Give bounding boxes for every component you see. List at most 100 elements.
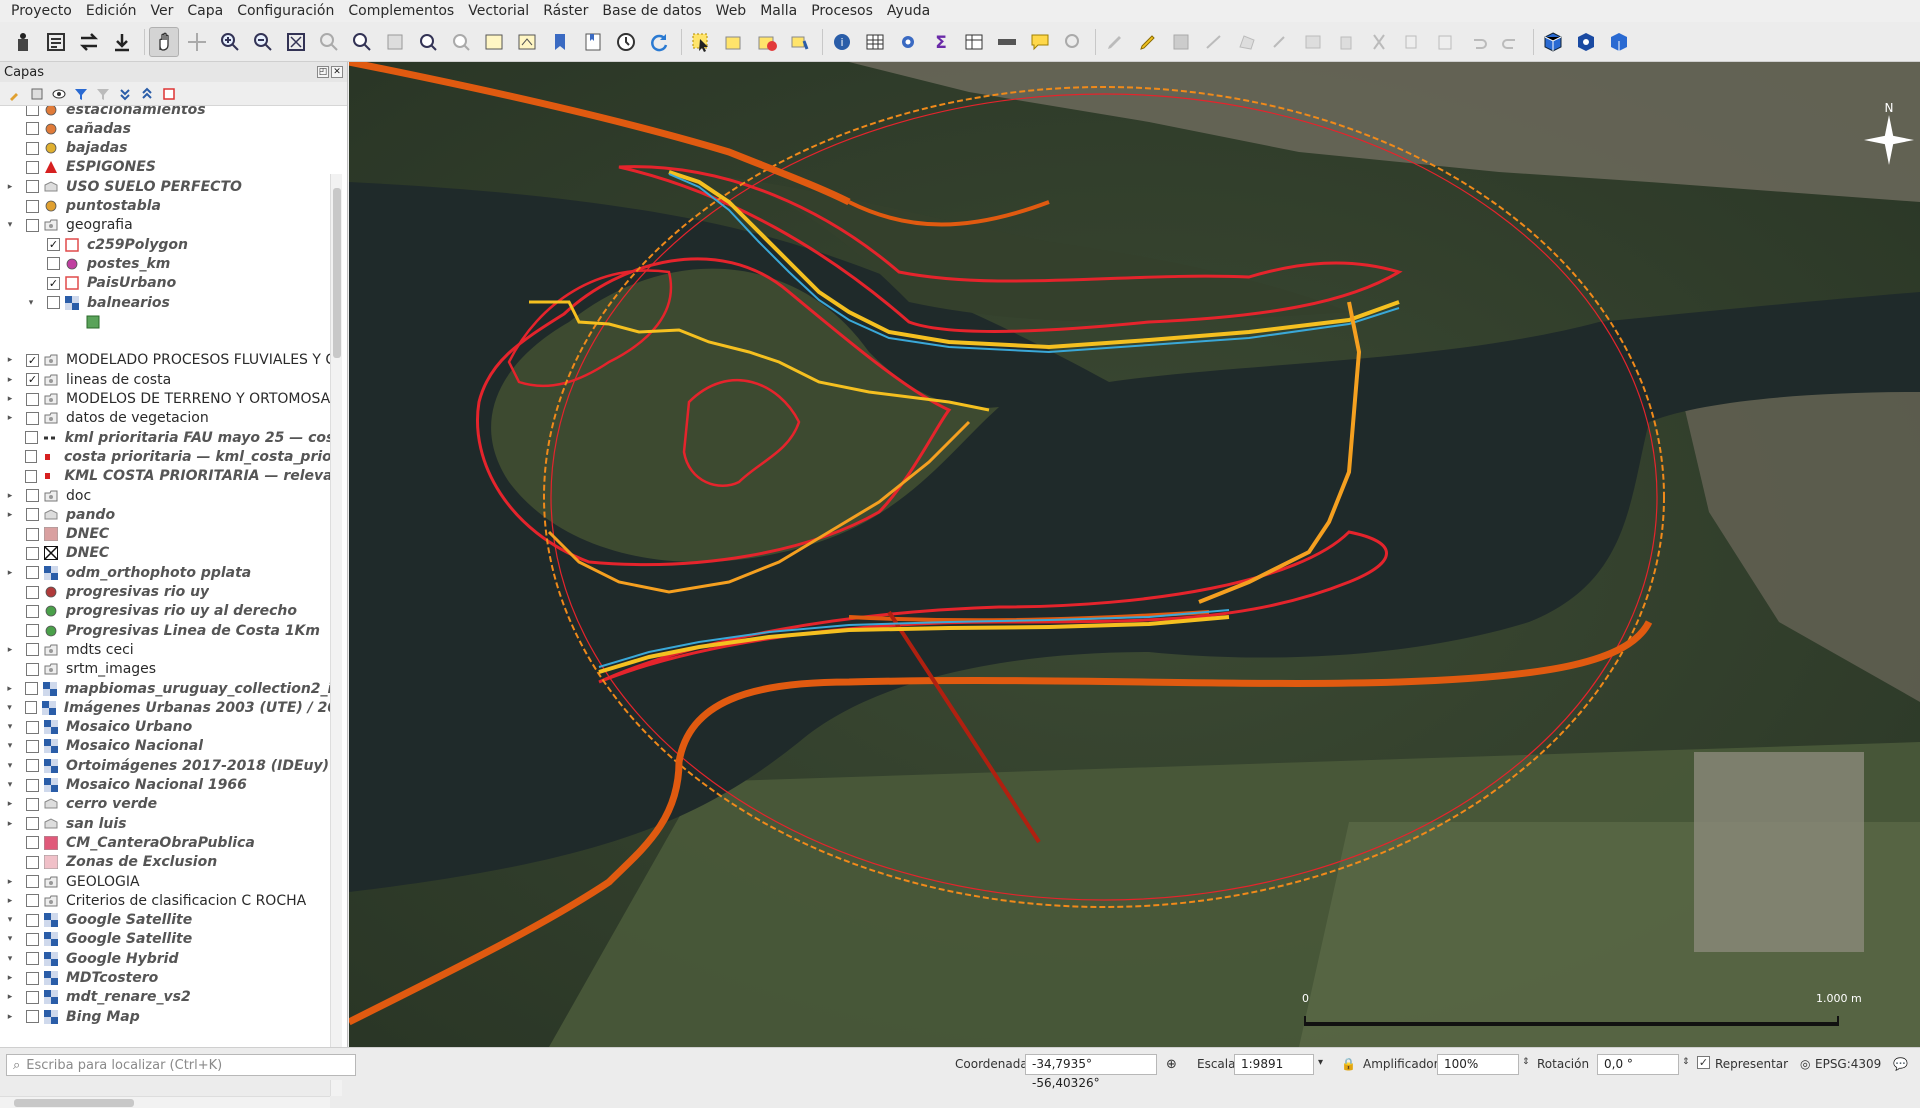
layer-visibility-checkbox[interactable]: ✓	[26, 354, 39, 367]
magnifier-spin-icon[interactable]: ⇕	[1522, 1057, 1530, 1067]
annotation-icon[interactable]	[1058, 27, 1088, 57]
deselect-icon[interactable]	[752, 27, 782, 57]
pan-to-selection-icon[interactable]	[182, 27, 212, 57]
expand-toggle-icon[interactable]: ▸	[4, 1012, 16, 1022]
undo-icon[interactable]	[1463, 27, 1493, 57]
layer-visibility-checkbox[interactable]	[26, 508, 39, 521]
zoom-last-icon[interactable]	[413, 27, 443, 57]
layer-row[interactable]: ▸san luis	[0, 814, 330, 833]
locator-search-input[interactable]: ⌕ Escriba para localizar (Ctrl+K)	[6, 1054, 356, 1076]
layer-row[interactable]: ▾Mosaico Nacional 1966	[0, 776, 330, 795]
new-layer-icon[interactable]	[41, 27, 71, 57]
menu-ver[interactable]: Ver	[144, 0, 181, 22]
layer-row[interactable]: ▸✓MODELADO PROCESOS FLUVIALES Y C	[0, 351, 330, 370]
expand-toggle-icon[interactable]: ▾	[4, 780, 16, 790]
measure-ruler-icon[interactable]	[992, 27, 1022, 57]
layer-row[interactable]: ▸mdts ceci	[0, 640, 330, 659]
expand-toggle-icon[interactable]: ▸	[4, 355, 16, 365]
layer-row[interactable]: ▾Google Satellite	[0, 930, 330, 949]
layer-visibility-checkbox[interactable]	[26, 817, 39, 830]
expand-toggle-icon[interactable]: ▸	[4, 510, 16, 520]
download-icon[interactable]	[107, 27, 137, 57]
bookmarks-icon[interactable]	[578, 27, 608, 57]
remove-layer-icon[interactable]	[160, 85, 178, 103]
expand-toggle-icon[interactable]: ▾	[4, 722, 16, 732]
layer-row[interactable]: CM_CanteraObraPublica	[0, 833, 330, 852]
layer-visibility-checkbox[interactable]	[26, 721, 39, 734]
layer-row[interactable]: ▾Mosaico Urbano	[0, 718, 330, 737]
layer-row[interactable]: ▸✓lineas de costa	[0, 370, 330, 389]
layer-row[interactable]: ▸pando	[0, 505, 330, 524]
layer-row[interactable]: postes_km	[0, 254, 330, 273]
layer-row[interactable]: kml prioritaria FAU mayo 25 — costa_	[0, 428, 330, 447]
add-polygon-icon[interactable]	[1232, 27, 1262, 57]
layer-visibility-checkbox[interactable]	[26, 933, 39, 946]
layer-visibility-checkbox[interactable]	[25, 470, 37, 483]
processing-gear-icon[interactable]	[893, 27, 923, 57]
rotation-spinbox[interactable]: 0,0 °	[1597, 1054, 1679, 1075]
layer-visibility-checkbox[interactable]	[26, 142, 39, 155]
layer-row[interactable]: DNEC	[0, 544, 330, 563]
menu-edición[interactable]: Edición	[79, 0, 144, 22]
menu-ayuda[interactable]: Ayuda	[880, 0, 937, 22]
layer-visibility-checkbox[interactable]	[26, 952, 39, 965]
layer-visibility-checkbox[interactable]	[26, 643, 39, 656]
float-panel-icon[interactable]: ◰	[317, 66, 329, 78]
layer-visibility-checkbox[interactable]	[26, 122, 39, 135]
layer-visibility-checkbox[interactable]	[26, 856, 39, 869]
layer-visibility-checkbox[interactable]	[26, 528, 39, 541]
close-panel-icon[interactable]: ✕	[331, 66, 343, 78]
filter-expression-icon[interactable]	[94, 85, 112, 103]
temporal-clock-icon[interactable]	[611, 27, 641, 57]
layer-visibility-checkbox[interactable]	[26, 489, 39, 502]
layer-visibility-checkbox[interactable]	[26, 972, 39, 985]
layer-visibility-checkbox[interactable]	[26, 393, 39, 406]
menu-complementos[interactable]: Complementos	[341, 0, 461, 22]
layer-row[interactable]: ▾Ortoimágenes 2017-2018 (IDEuy)	[0, 756, 330, 775]
layer-row[interactable]: ▾Google Hybrid	[0, 949, 330, 968]
layer-row[interactable]: costa prioritaria — kml_costa_prioritar	[0, 447, 330, 466]
menu-configuración[interactable]: Configuración	[230, 0, 341, 22]
layer-visibility-checkbox[interactable]	[26, 624, 39, 637]
layer-visibility-checkbox[interactable]: ✓	[47, 277, 60, 290]
coordinate-field[interactable]: -34,7935° -56,40326°	[1025, 1054, 1157, 1075]
vertex-tool-icon[interactable]	[1265, 27, 1295, 57]
expand-toggle-icon[interactable]: ▸	[4, 413, 16, 423]
menu-capa[interactable]: Capa	[180, 0, 230, 22]
layer-row[interactable]: ▸Bing Map	[0, 1007, 330, 1026]
layer-visibility-checkbox[interactable]	[26, 412, 39, 425]
layer-visibility-checkbox[interactable]	[26, 180, 39, 193]
collapse-all-icon[interactable]	[138, 85, 156, 103]
modify-attributes-icon[interactable]	[1298, 27, 1328, 57]
expand-toggle-icon[interactable]: ▸	[4, 182, 16, 192]
layer-style-brush-icon[interactable]	[6, 85, 24, 103]
layers-horizontal-scrollbar[interactable]	[0, 1096, 330, 1108]
layer-visibility-checkbox[interactable]	[26, 161, 39, 174]
layer-row[interactable]: KML COSTA PRIORITARIA — relevamie	[0, 467, 330, 486]
zoom-selection-icon[interactable]	[314, 27, 344, 57]
layer-visibility-checkbox[interactable]	[25, 431, 37, 444]
layer-visibility-checkbox[interactable]	[26, 663, 39, 676]
layer-row[interactable]: ▾Imágenes Urbanas 2003 (UTE) / 2007 (	[0, 698, 330, 717]
bookmark-new-icon[interactable]	[545, 27, 575, 57]
pan-hand-icon[interactable]	[149, 27, 179, 57]
layer-visibility-checkbox[interactable]	[26, 779, 39, 792]
cube-3d-alt-icon[interactable]	[1571, 27, 1601, 57]
expand-toggle-icon[interactable]: ▸	[4, 877, 16, 887]
expand-toggle-icon[interactable]: ▾	[4, 954, 16, 964]
scrollbar-thumb[interactable]	[14, 1099, 134, 1107]
layer-row[interactable]: cañadas	[0, 119, 330, 138]
layer-row[interactable]: ▾Mosaico Nacional	[0, 737, 330, 756]
new-3d-view-icon[interactable]	[512, 27, 542, 57]
expand-toggle-icon[interactable]: ▸	[4, 375, 16, 385]
layer-visibility-checkbox[interactable]	[26, 991, 39, 1004]
layer-visibility-checkbox[interactable]	[26, 914, 39, 927]
crs-globe-icon[interactable]: ◎	[1800, 1057, 1810, 1071]
layers-vertical-scrollbar[interactable]	[330, 174, 342, 1096]
filter-legend-icon[interactable]	[72, 85, 90, 103]
layer-row[interactable]: ▸MODELOS DE TERRENO Y ORTOMOSA	[0, 390, 330, 409]
layer-row[interactable]: ✓c259Polygon	[0, 235, 330, 254]
layer-row[interactable]: ▸odm_orthophoto pplata	[0, 563, 330, 582]
edits-icon[interactable]	[1100, 27, 1130, 57]
layer-visibility-checkbox[interactable]	[25, 701, 37, 714]
